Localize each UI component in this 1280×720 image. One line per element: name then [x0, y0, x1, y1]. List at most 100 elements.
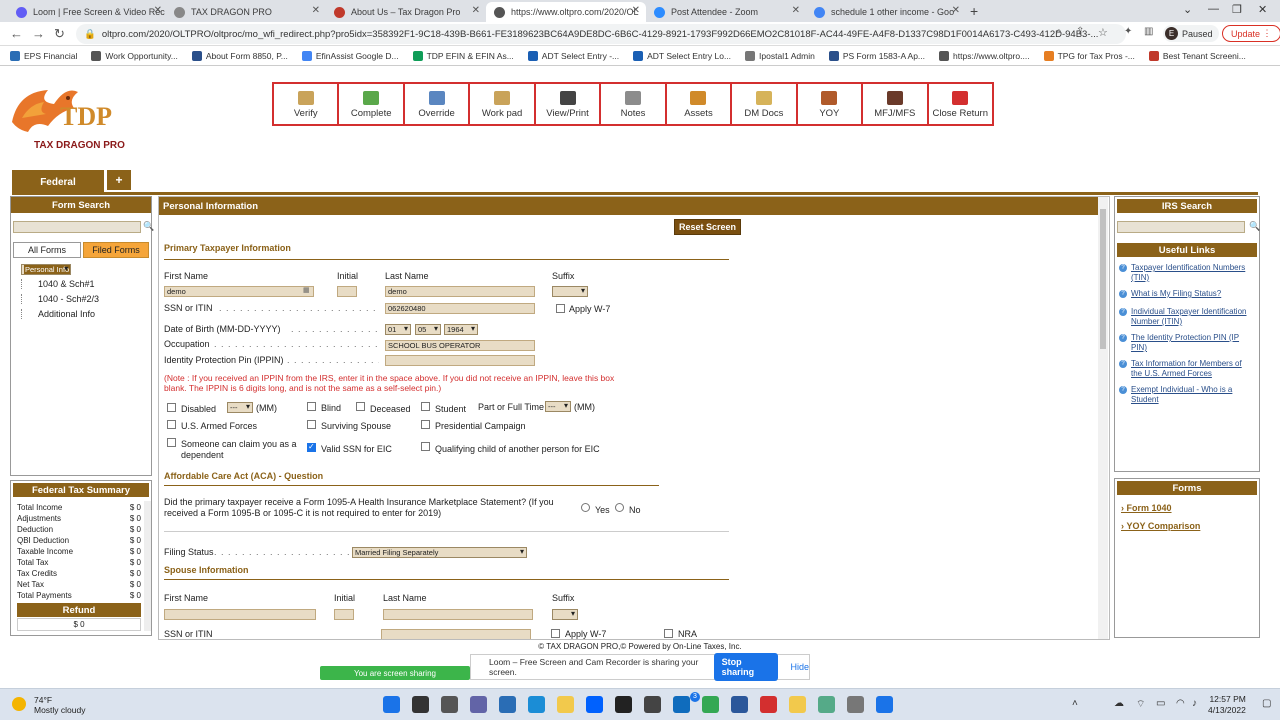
bookmark-item[interactable]: Best Tenant Screeni... [1148, 50, 1246, 61]
contact-card-icon[interactable]: ▦ [303, 286, 310, 294]
surviving-spouse-checkbox[interactable] [307, 420, 316, 429]
sticky-notes-icon[interactable] [789, 696, 806, 713]
complete-button[interactable]: Complete [339, 84, 405, 124]
bookmark-item[interactable]: https://www.oltpro.... [939, 50, 1030, 61]
useful-link[interactable]: ? The Identity Protection PIN (IP PIN) [1119, 333, 1255, 353]
disabled-checkbox[interactable] [167, 403, 176, 412]
clock[interactable]: 12:57 PM 4/13/2022 [1208, 694, 1246, 716]
yoy-button[interactable]: YOY [797, 84, 864, 124]
presidential-checkbox[interactable] [421, 420, 430, 429]
hide-button[interactable]: Hide [790, 662, 809, 672]
windows-start-icon[interactable] [383, 696, 400, 713]
dm-docs-button[interactable]: DM Docs [732, 84, 798, 124]
part-full-select[interactable]: --- [545, 401, 571, 412]
app-icon[interactable] [876, 696, 893, 713]
new-tab-button[interactable]: + [970, 3, 978, 19]
useful-link[interactable]: ? Exempt Individual - Who is a Student [1119, 385, 1255, 405]
deceased-checkbox[interactable] [356, 402, 365, 411]
star-icon[interactable]: ☆ [1098, 26, 1108, 39]
spouse-first-name-field[interactable] [164, 609, 316, 620]
spouse-last-name-field[interactable] [383, 609, 533, 620]
last-name-field[interactable]: demo [385, 286, 535, 297]
bookmark-item[interactable]: TPG for Tax Pros -... [1043, 50, 1135, 61]
form-1040-link[interactable]: › Form 1040 [1121, 503, 1172, 513]
spouse-suffix-select[interactable] [552, 609, 578, 620]
qualifying-child-checkbox[interactable] [421, 442, 430, 451]
calculator-icon[interactable] [847, 696, 864, 713]
reload-icon[interactable]: ↻ [54, 26, 65, 42]
chevron-up-icon[interactable]: ˄ [1072, 698, 1078, 709]
close-return-button[interactable]: Close Return [928, 84, 992, 124]
ippin-field[interactable] [385, 355, 535, 366]
valid-ssn-checkbox[interactable] [307, 442, 316, 452]
notes-button[interactable]: Notes [601, 84, 667, 124]
onedrive-icon[interactable]: ☁ [1114, 698, 1124, 709]
mail-icon[interactable] [673, 696, 690, 713]
tree-item-1040-sch23[interactable]: 1040 - Sch#2/3 [21, 294, 99, 304]
power-automate-icon[interactable] [644, 696, 661, 713]
irs-search-input[interactable] [1117, 221, 1245, 233]
spouse-ssn-field[interactable] [381, 629, 531, 639]
app-icon[interactable] [818, 696, 835, 713]
assets-button[interactable]: Assets [666, 84, 733, 124]
battery-icon[interactable]: ▭ [1156, 698, 1165, 709]
forward-icon[interactable]: → [32, 26, 45, 41]
disabled-select[interactable]: --- [227, 402, 253, 413]
dropbox-icon[interactable] [586, 696, 603, 713]
extensions-icon[interactable]: ✦ [1124, 26, 1132, 37]
browser-tab-about[interactable]: About Us – Tax Dragon Pro ✕ [326, 2, 486, 22]
back-icon[interactable]: ← [10, 26, 23, 41]
mfj-mfs-button[interactable]: MFJ/MFS [863, 84, 929, 124]
tree-item-personal-info[interactable]: Personal Info [21, 264, 72, 275]
search-icon[interactable] [412, 696, 429, 713]
file-explorer-icon[interactable] [557, 696, 574, 713]
restore-button[interactable]: ❐ [1232, 3, 1242, 16]
suffix-select[interactable] [552, 286, 588, 297]
blind-checkbox[interactable] [307, 402, 316, 411]
chat-icon[interactable] [470, 696, 487, 713]
override-button[interactable]: Override [404, 84, 471, 124]
summary-scrollbar[interactable] [144, 501, 151, 631]
bookmark-item[interactable]: ADT Select Entry Lo... [633, 50, 731, 61]
browser-tab-loom[interactable]: Loom | Free Screen & Video Rec ✕ [8, 2, 168, 22]
useful-link[interactable]: ? Tax Information for Members of the U.S.… [1119, 359, 1255, 379]
first-name-field[interactable]: demo [164, 286, 314, 297]
useful-link[interactable]: ? Individual Taxpayer Identification Numb… [1119, 307, 1255, 327]
close-tab-icon[interactable]: ✕ [154, 5, 162, 16]
apply-w7-checkbox[interactable] [556, 304, 565, 313]
widgets-icon[interactable] [499, 696, 516, 713]
chrome-icon[interactable] [702, 696, 719, 713]
close-tab-icon[interactable]: ✕ [472, 5, 480, 16]
form-search-input[interactable] [13, 221, 141, 233]
useful-link[interactable]: ? What is My Filing Status? [1119, 289, 1255, 299]
edge-icon[interactable] [528, 696, 545, 713]
zoom-icon[interactable]: ⌕ [1056, 26, 1062, 37]
sidebar-icon[interactable]: ▥ [1144, 26, 1153, 37]
bookmark-item[interactable]: PS Form 1583-A Ap... [828, 50, 925, 61]
close-tab-icon[interactable]: ✕ [312, 5, 320, 16]
work-pad-button[interactable]: Work pad [470, 84, 536, 124]
aca-yes-radio[interactable] [581, 503, 590, 512]
browser-tab-tdp[interactable]: TAX DRAGON PRO ✕ [166, 2, 326, 22]
reset-screen-button[interactable]: Reset Screen [674, 219, 742, 235]
close-window-button[interactable]: ✕ [1258, 3, 1267, 16]
minimize-button[interactable]: — [1208, 3, 1219, 15]
profile-button[interactable]: E Paused [1163, 25, 1219, 42]
someone-claim-checkbox[interactable] [167, 438, 176, 447]
acrobat-icon[interactable] [760, 696, 777, 713]
bookmark-item[interactable]: EfinAssist Google D... [301, 50, 399, 61]
bookmark-item[interactable]: Ipostal1 Admin [745, 50, 815, 61]
bookmark-item[interactable]: About Form 8850, P... [191, 50, 288, 61]
tree-item-1040-sch1[interactable]: 1040 & Sch#1 [21, 279, 95, 289]
search-icon[interactable]: 🔍 [1249, 221, 1260, 232]
network-icon[interactable]: ⌔ [1136, 698, 1145, 711]
wifi-icon[interactable]: ◠ [1176, 698, 1185, 709]
spouse-initial-field[interactable] [334, 609, 354, 620]
yoy-comparison-link[interactable]: › YOY Comparison [1121, 521, 1200, 531]
browser-tab-google[interactable]: schedule 1 other income - Goo ✕ [806, 2, 966, 22]
verify-button[interactable]: Verify [274, 84, 340, 124]
add-tab-button[interactable]: + [107, 170, 131, 190]
close-tab-icon[interactable]: ✕ [792, 5, 800, 16]
amazon-icon[interactable] [615, 696, 632, 713]
weather-widget[interactable]: 74°F Mostly cloudy [12, 695, 86, 715]
